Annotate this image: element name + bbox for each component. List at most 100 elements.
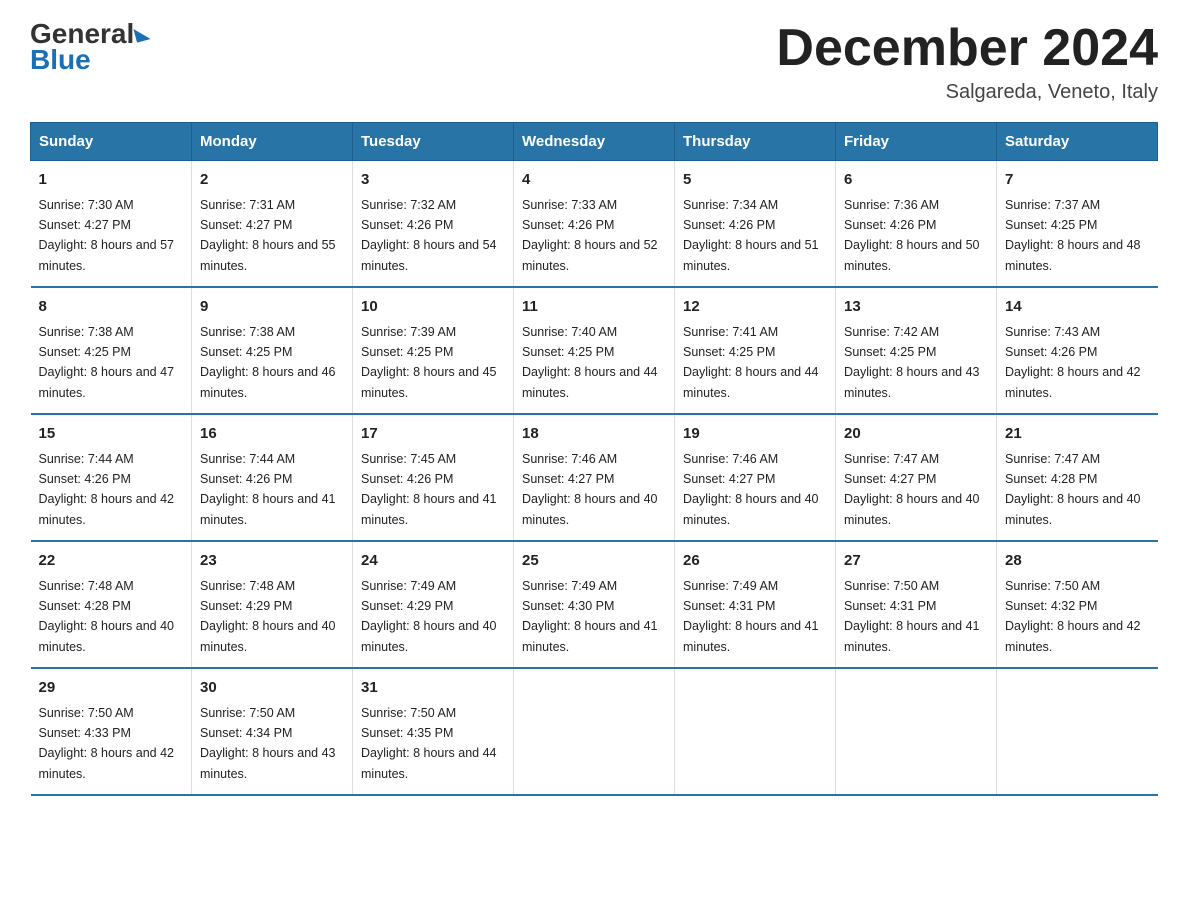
day-info: Sunrise: 7:30 AMSunset: 4:27 PMDaylight:…	[39, 198, 175, 273]
day-info: Sunrise: 7:38 AMSunset: 4:25 PMDaylight:…	[39, 325, 175, 400]
table-row: 16 Sunrise: 7:44 AMSunset: 4:26 PMDaylig…	[192, 414, 353, 541]
table-row: 1 Sunrise: 7:30 AMSunset: 4:27 PMDayligh…	[31, 161, 192, 288]
table-row: 29 Sunrise: 7:50 AMSunset: 4:33 PMDaylig…	[31, 668, 192, 795]
day-number: 20	[844, 423, 988, 446]
week-row-3: 15 Sunrise: 7:44 AMSunset: 4:26 PMDaylig…	[31, 414, 1158, 541]
table-row: 22 Sunrise: 7:48 AMSunset: 4:28 PMDaylig…	[31, 541, 192, 668]
day-info: Sunrise: 7:37 AMSunset: 4:25 PMDaylight:…	[1005, 198, 1141, 273]
table-row	[836, 668, 997, 795]
week-row-1: 1 Sunrise: 7:30 AMSunset: 4:27 PMDayligh…	[31, 161, 1158, 288]
day-number: 28	[1005, 550, 1150, 573]
day-info: Sunrise: 7:38 AMSunset: 4:25 PMDaylight:…	[200, 325, 336, 400]
day-info: Sunrise: 7:44 AMSunset: 4:26 PMDaylight:…	[39, 452, 175, 527]
week-row-2: 8 Sunrise: 7:38 AMSunset: 4:25 PMDayligh…	[31, 287, 1158, 414]
day-number: 29	[39, 677, 184, 700]
table-row: 27 Sunrise: 7:50 AMSunset: 4:31 PMDaylig…	[836, 541, 997, 668]
day-info: Sunrise: 7:50 AMSunset: 4:33 PMDaylight:…	[39, 706, 175, 781]
day-info: Sunrise: 7:41 AMSunset: 4:25 PMDaylight:…	[683, 325, 819, 400]
day-number: 27	[844, 550, 988, 573]
table-row: 24 Sunrise: 7:49 AMSunset: 4:29 PMDaylig…	[353, 541, 514, 668]
table-row: 20 Sunrise: 7:47 AMSunset: 4:27 PMDaylig…	[836, 414, 997, 541]
day-info: Sunrise: 7:50 AMSunset: 4:34 PMDaylight:…	[200, 706, 336, 781]
day-info: Sunrise: 7:50 AMSunset: 4:35 PMDaylight:…	[361, 706, 497, 781]
table-row: 30 Sunrise: 7:50 AMSunset: 4:34 PMDaylig…	[192, 668, 353, 795]
day-number: 14	[1005, 296, 1150, 319]
day-number: 5	[683, 169, 827, 192]
table-row: 18 Sunrise: 7:46 AMSunset: 4:27 PMDaylig…	[514, 414, 675, 541]
logo-blue-text: Blue	[30, 44, 91, 75]
table-row: 17 Sunrise: 7:45 AMSunset: 4:26 PMDaylig…	[353, 414, 514, 541]
calendar-header-row: Sunday Monday Tuesday Wednesday Thursday…	[31, 123, 1158, 161]
day-info: Sunrise: 7:46 AMSunset: 4:27 PMDaylight:…	[683, 452, 819, 527]
table-row	[514, 668, 675, 795]
day-number: 10	[361, 296, 505, 319]
day-number: 11	[522, 296, 666, 319]
day-info: Sunrise: 7:47 AMSunset: 4:27 PMDaylight:…	[844, 452, 980, 527]
day-info: Sunrise: 7:34 AMSunset: 4:26 PMDaylight:…	[683, 198, 819, 273]
table-row: 6 Sunrise: 7:36 AMSunset: 4:26 PMDayligh…	[836, 161, 997, 288]
table-row: 10 Sunrise: 7:39 AMSunset: 4:25 PMDaylig…	[353, 287, 514, 414]
table-row: 8 Sunrise: 7:38 AMSunset: 4:25 PMDayligh…	[31, 287, 192, 414]
logo: General Blue	[30, 20, 150, 76]
table-row: 2 Sunrise: 7:31 AMSunset: 4:27 PMDayligh…	[192, 161, 353, 288]
table-row: 23 Sunrise: 7:48 AMSunset: 4:29 PMDaylig…	[192, 541, 353, 668]
calendar-table: Sunday Monday Tuesday Wednesday Thursday…	[30, 122, 1158, 796]
day-info: Sunrise: 7:48 AMSunset: 4:28 PMDaylight:…	[39, 579, 175, 654]
table-row: 11 Sunrise: 7:40 AMSunset: 4:25 PMDaylig…	[514, 287, 675, 414]
page-header: General Blue December 2024 Salgareda, Ve…	[30, 20, 1158, 104]
table-row: 5 Sunrise: 7:34 AMSunset: 4:26 PMDayligh…	[675, 161, 836, 288]
day-info: Sunrise: 7:42 AMSunset: 4:25 PMDaylight:…	[844, 325, 980, 400]
col-sunday: Sunday	[31, 123, 192, 161]
table-row: 14 Sunrise: 7:43 AMSunset: 4:26 PMDaylig…	[997, 287, 1158, 414]
day-info: Sunrise: 7:46 AMSunset: 4:27 PMDaylight:…	[522, 452, 658, 527]
table-row: 9 Sunrise: 7:38 AMSunset: 4:25 PMDayligh…	[192, 287, 353, 414]
location-text: Salgareda, Veneto, Italy	[776, 81, 1158, 104]
day-number: 7	[1005, 169, 1150, 192]
table-row: 26 Sunrise: 7:49 AMSunset: 4:31 PMDaylig…	[675, 541, 836, 668]
day-number: 24	[361, 550, 505, 573]
day-number: 30	[200, 677, 344, 700]
table-row: 15 Sunrise: 7:44 AMSunset: 4:26 PMDaylig…	[31, 414, 192, 541]
table-row	[997, 668, 1158, 795]
table-row: 3 Sunrise: 7:32 AMSunset: 4:26 PMDayligh…	[353, 161, 514, 288]
day-number: 17	[361, 423, 505, 446]
day-number: 18	[522, 423, 666, 446]
day-number: 3	[361, 169, 505, 192]
day-info: Sunrise: 7:48 AMSunset: 4:29 PMDaylight:…	[200, 579, 336, 654]
col-monday: Monday	[192, 123, 353, 161]
day-info: Sunrise: 7:33 AMSunset: 4:26 PMDaylight:…	[522, 198, 658, 273]
week-row-4: 22 Sunrise: 7:48 AMSunset: 4:28 PMDaylig…	[31, 541, 1158, 668]
col-wednesday: Wednesday	[514, 123, 675, 161]
day-number: 15	[39, 423, 184, 446]
day-number: 4	[522, 169, 666, 192]
week-row-5: 29 Sunrise: 7:50 AMSunset: 4:33 PMDaylig…	[31, 668, 1158, 795]
day-number: 16	[200, 423, 344, 446]
day-info: Sunrise: 7:50 AMSunset: 4:31 PMDaylight:…	[844, 579, 980, 654]
day-info: Sunrise: 7:39 AMSunset: 4:25 PMDaylight:…	[361, 325, 497, 400]
day-info: Sunrise: 7:45 AMSunset: 4:26 PMDaylight:…	[361, 452, 497, 527]
table-row: 19 Sunrise: 7:46 AMSunset: 4:27 PMDaylig…	[675, 414, 836, 541]
day-number: 12	[683, 296, 827, 319]
table-row: 4 Sunrise: 7:33 AMSunset: 4:26 PMDayligh…	[514, 161, 675, 288]
day-info: Sunrise: 7:49 AMSunset: 4:29 PMDaylight:…	[361, 579, 497, 654]
day-number: 23	[200, 550, 344, 573]
day-number: 9	[200, 296, 344, 319]
day-number: 19	[683, 423, 827, 446]
col-saturday: Saturday	[997, 123, 1158, 161]
title-area: December 2024 Salgareda, Veneto, Italy	[776, 20, 1158, 104]
table-row: 12 Sunrise: 7:41 AMSunset: 4:25 PMDaylig…	[675, 287, 836, 414]
table-row: 25 Sunrise: 7:49 AMSunset: 4:30 PMDaylig…	[514, 541, 675, 668]
day-number: 2	[200, 169, 344, 192]
day-info: Sunrise: 7:43 AMSunset: 4:26 PMDaylight:…	[1005, 325, 1141, 400]
table-row: 28 Sunrise: 7:50 AMSunset: 4:32 PMDaylig…	[997, 541, 1158, 668]
day-number: 22	[39, 550, 184, 573]
day-info: Sunrise: 7:47 AMSunset: 4:28 PMDaylight:…	[1005, 452, 1141, 527]
table-row: 21 Sunrise: 7:47 AMSunset: 4:28 PMDaylig…	[997, 414, 1158, 541]
day-info: Sunrise: 7:32 AMSunset: 4:26 PMDaylight:…	[361, 198, 497, 273]
day-number: 26	[683, 550, 827, 573]
day-info: Sunrise: 7:31 AMSunset: 4:27 PMDaylight:…	[200, 198, 336, 273]
day-info: Sunrise: 7:50 AMSunset: 4:32 PMDaylight:…	[1005, 579, 1141, 654]
day-number: 21	[1005, 423, 1150, 446]
table-row: 31 Sunrise: 7:50 AMSunset: 4:35 PMDaylig…	[353, 668, 514, 795]
day-number: 31	[361, 677, 505, 700]
